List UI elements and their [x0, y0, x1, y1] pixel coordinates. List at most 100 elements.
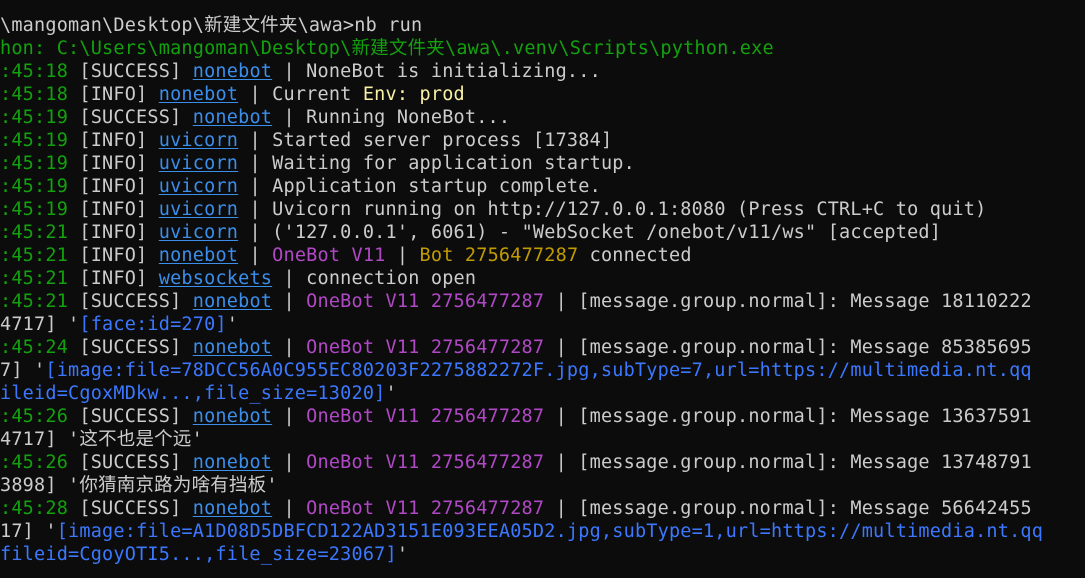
log-text: [INFO] [68, 268, 159, 289]
log-text: | [message.group.normal]: Message 566424… [544, 498, 1032, 519]
log-text: [SUCCESS] [68, 498, 193, 519]
log-module-name: uvicorn [158, 153, 239, 174]
log-text: connected [578, 245, 692, 266]
terminal-window[interactable]: \mangoman\Desktop\新建文件夹\awa>nb run hon: C… [0, 0, 1085, 578]
log-text: | [message.group.normal]: Message 137487… [544, 452, 1032, 473]
terminal-line: :45:21 [INFO] nonebot | OneBot V11 | Bot… [0, 244, 692, 267]
log-text: | [272, 498, 307, 519]
log-timestamp: :45:18 [0, 61, 69, 82]
log-module-name: nonebot [192, 291, 273, 312]
terminal-line: :45:19 [INFO] uvicorn | Waiting for appl… [0, 152, 635, 175]
log-text: | ('127.0.0.1', 6061) - "WebSocket /oneb… [238, 222, 942, 243]
terminal-line: :45:18 [INFO] nonebot | Current Env: pro… [0, 83, 465, 106]
terminal-line: :45:18 [SUCCESS] nonebot | NoneBot is in… [0, 60, 601, 83]
terminal-line: \mangoman\Desktop\新建文件夹\awa>nb run [0, 14, 422, 37]
log-module-name: nonebot [158, 245, 239, 266]
terminal-line: :45:28 [SUCCESS] nonebot | OneBot V11 27… [0, 497, 1032, 520]
log-text: 7] ' [0, 360, 46, 381]
log-text: ' [226, 314, 239, 335]
log-text: [INFO] [68, 245, 159, 266]
log-text: [SUCCESS] [68, 291, 193, 312]
log-module-name: nonebot [192, 61, 273, 82]
log-text: [INFO] [68, 84, 159, 105]
log-text: \mangoman\Desktop\新建文件夹\awa>nb run [0, 15, 423, 36]
log-text: | [272, 406, 307, 427]
log-timestamp: :45:26 [0, 406, 69, 427]
log-text: [INFO] [68, 222, 159, 243]
adapter-label: OneBot V11 [272, 245, 386, 266]
cq-code-text: fileid=CgoyOTI5...,file_size=23067] [0, 544, 397, 565]
log-text: | [message.group.normal]: Message 853856… [544, 337, 1032, 358]
log-module-name: nonebot [192, 337, 273, 358]
log-module-name: nonebot [192, 107, 273, 128]
log-text: | Running NoneBot... [272, 107, 511, 128]
log-text: 4717] '这不也是个远' [0, 429, 203, 450]
terminal-line: :45:21 [INFO] websockets | connection op… [0, 267, 476, 290]
log-text: | Current [238, 84, 363, 105]
terminal-line: :45:21 [INFO] uvicorn | ('127.0.0.1', 60… [0, 221, 941, 244]
log-text: | [message.group.normal]: Message 181102… [544, 291, 1032, 312]
cq-code-text: ileid=CgoxMDkw...,file_size=13020] [0, 383, 386, 404]
log-timestamp: :45:24 [0, 337, 69, 358]
log-text: [SUCCESS] [68, 406, 193, 427]
log-module-name: nonebot [192, 406, 273, 427]
terminal-line: :45:19 [INFO] uvicorn | Uvicorn running … [0, 198, 986, 221]
log-module-name: nonebot [158, 84, 239, 105]
log-timestamp: :45:19 [0, 130, 69, 151]
log-text: | Application startup complete. [238, 176, 601, 197]
terminal-line: fileid=CgoyOTI5...,file_size=23067]' [0, 543, 408, 566]
log-text: | [272, 291, 307, 312]
log-module-name: nonebot [192, 498, 273, 519]
log-module-name: uvicorn [158, 222, 239, 243]
cq-code-text: [image:file=78DCC56A0C955EC80203F2275882… [45, 360, 1032, 381]
log-text: [INFO] [68, 176, 159, 197]
log-text: | [272, 337, 307, 358]
log-text: | Waiting for application startup. [238, 153, 635, 174]
terminal-line: 4717] '[face:id=270]' [0, 313, 238, 336]
log-timestamp: :45:28 [0, 498, 69, 519]
terminal-line: :45:26 [SUCCESS] nonebot | OneBot V11 27… [0, 451, 1032, 474]
log-timestamp: :45:19 [0, 153, 69, 174]
log-text: [INFO] [68, 130, 159, 151]
log-text: | Started server process [17384] [238, 130, 613, 151]
terminal-line: :45:19 [SUCCESS] nonebot | Running NoneB… [0, 106, 510, 129]
log-text: | [message.group.normal]: Message 136375… [544, 406, 1032, 427]
log-text: [SUCCESS] [68, 337, 193, 358]
log-timestamp: :45:19 [0, 176, 69, 197]
log-module-name: nonebot [192, 452, 273, 473]
log-text: 3898] '你猜南京路为啥有挡板' [0, 475, 278, 496]
log-text: [SUCCESS] [68, 452, 193, 473]
terminal-line: :45:21 [SUCCESS] nonebot | OneBot V11 27… [0, 290, 1032, 313]
log-text: [INFO] [68, 199, 159, 220]
log-timestamp: :45:19 [0, 107, 69, 128]
log-text: | Uvicorn running on http://127.0.0.1:80… [238, 199, 987, 220]
log-text: ' [396, 544, 409, 565]
log-timestamp: :45:19 [0, 199, 69, 220]
terminal-line: :45:26 [SUCCESS] nonebot | OneBot V11 27… [0, 405, 1032, 428]
terminal-line: :45:19 [INFO] uvicorn | Started server p… [0, 129, 612, 152]
terminal-line: :45:24 [SUCCESS] nonebot | OneBot V11 27… [0, 336, 1032, 359]
log-timestamp: :45:21 [0, 222, 69, 243]
adapter-label: OneBot V11 2756477287 [306, 452, 545, 473]
log-module-name: uvicorn [158, 130, 239, 151]
log-module-name: uvicorn [158, 176, 239, 197]
log-timestamp: :45:26 [0, 452, 69, 473]
log-timestamp: :45:21 [0, 291, 69, 312]
log-module-name: websockets [158, 268, 273, 289]
log-timestamp: :45:21 [0, 245, 69, 266]
adapter-label: OneBot V11 2756477287 [306, 337, 545, 358]
bot-id-label: Bot 2756477287 [419, 245, 579, 266]
log-text: Env: prod [362, 84, 465, 105]
adapter-label: OneBot V11 2756477287 [306, 291, 545, 312]
terminal-line: 17] '[image:file=A1D08D5DBFCD122AD3151E0… [0, 520, 1043, 543]
log-text: 17] ' [0, 521, 57, 542]
log-text: 4717] ' [0, 314, 80, 335]
terminal-line: 3898] '你猜南京路为啥有挡板' [0, 474, 278, 497]
log-module-name: uvicorn [158, 199, 239, 220]
log-text: | [385, 245, 420, 266]
log-text: | [272, 452, 307, 473]
log-timestamp: hon: C:\Users\mangoman\Desktop\新建文件夹\awa… [0, 38, 774, 59]
terminal-line: 7] '[image:file=78DCC56A0C955EC80203F227… [0, 359, 1032, 382]
log-text: [SUCCESS] [68, 107, 193, 128]
log-timestamp: :45:21 [0, 268, 69, 289]
